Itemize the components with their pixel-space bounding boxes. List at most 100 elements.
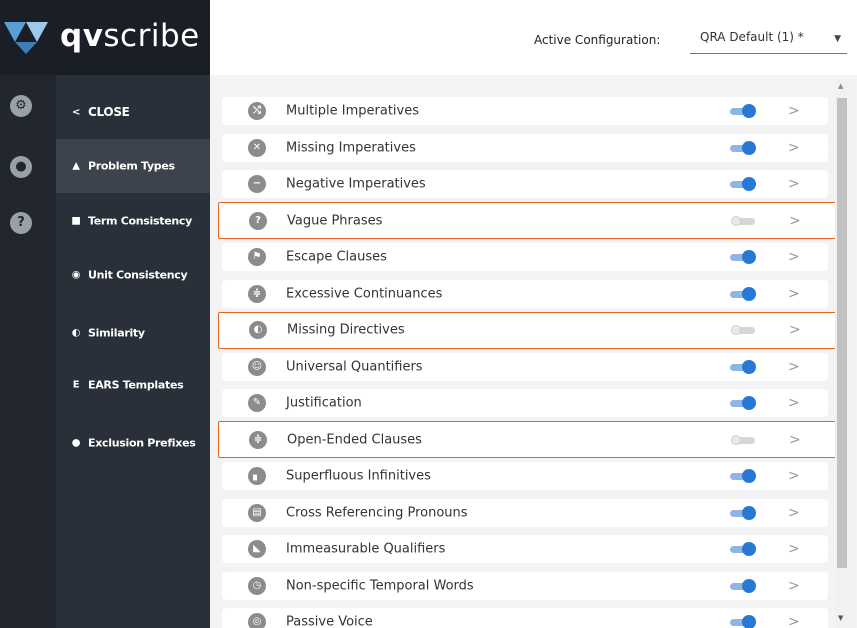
- menu-item-problem-types[interactable]: ▲ Problem Types: [56, 139, 210, 193]
- enable-toggle[interactable]: [730, 542, 758, 556]
- chevron-right-icon[interactable]: >: [788, 286, 800, 302]
- menu-item-label: Term Consistency: [88, 214, 192, 228]
- enable-toggle[interactable]: [730, 250, 758, 264]
- problem-row-missing-directives[interactable]: ◐ Missing Directives >: [218, 311, 841, 349]
- escape-clauses-icon: ⚑: [248, 248, 266, 266]
- active-configuration-select[interactable]: QRA Default (1) * ▼: [690, 24, 847, 54]
- chevron-right-icon[interactable]: >: [788, 541, 800, 557]
- menu-item-ears-templates[interactable]: E EARS Templates: [56, 358, 210, 412]
- ears-templates-icon: E: [72, 379, 80, 391]
- menu-item-similarity[interactable]: ◐ Similarity: [56, 306, 210, 360]
- problem-row-cross-referencing-pronouns[interactable]: ▤ Cross Referencing Pronouns >: [222, 498, 828, 527]
- menu-item-term-consistency[interactable]: ■ Term Consistency: [56, 194, 210, 248]
- enable-toggle[interactable]: [730, 286, 758, 301]
- enable-toggle[interactable]: [730, 578, 758, 593]
- icon-rail: ⚙ ●?: [0, 75, 56, 628]
- qvscribe-logo-icon: [4, 22, 48, 54]
- problem-label: Universal Quantifiers: [286, 359, 423, 374]
- help-icon[interactable]: ?: [10, 212, 32, 234]
- dropdown-caret-icon: ▼: [834, 34, 841, 44]
- problem-row-escape-clauses[interactable]: ⚑ Escape Clauses >: [222, 243, 828, 271]
- toggle-knob: [742, 578, 756, 593]
- enable-toggle[interactable]: [730, 177, 758, 191]
- toggle-knob: [742, 140, 756, 155]
- menu-item-label: EARS Templates: [88, 378, 184, 392]
- chevron-right-icon[interactable]: >: [788, 176, 800, 192]
- cross-referencing-pronouns-icon: ▤: [248, 503, 266, 522]
- non-specific-temporal-words-icon: ◷: [248, 576, 266, 595]
- problem-row-excessive-continuances[interactable]: ≑ Excessive Continuances >: [222, 279, 828, 308]
- chevron-right-icon[interactable]: >: [788, 140, 800, 156]
- enable-toggle[interactable]: [731, 215, 759, 227]
- problem-label: Multiple Imperatives: [286, 103, 420, 119]
- enable-toggle[interactable]: [730, 104, 758, 118]
- toggle-knob: [731, 325, 741, 335]
- chevron-right-icon[interactable]: >: [788, 614, 800, 628]
- close-menu-button[interactable]: < CLOSE: [56, 85, 210, 139]
- problem-label: Vague Phrases: [287, 213, 383, 228]
- enable-toggle[interactable]: [730, 469, 758, 483]
- chevron-right-icon[interactable]: >: [788, 468, 800, 484]
- problem-row-justification[interactable]: ✎ Justification >: [222, 389, 828, 417]
- menu-item-label: Unit Consistency: [88, 268, 188, 282]
- problem-types-icon: ▲: [72, 160, 80, 172]
- problem-label: Open-Ended Clauses: [287, 432, 422, 447]
- problem-row-superfluous-infinitives[interactable]: ▖ Superfluous Infinitives >: [222, 462, 828, 490]
- problem-row-passive-voice[interactable]: ◎ Passive Voice >: [222, 608, 828, 628]
- scroll-up-arrow-icon[interactable]: ▲: [838, 82, 843, 90]
- close-label: CLOSE: [88, 105, 130, 119]
- problem-label: Escape Clauses: [286, 249, 387, 265]
- passive-voice-icon: ◎: [248, 613, 266, 628]
- problem-row-immeasurable-qualifiers[interactable]: ◣ Immeasurable Qualifiers >: [222, 535, 828, 563]
- chevron-right-icon[interactable]: >: [788, 249, 800, 265]
- chevron-right-icon[interactable]: >: [788, 359, 800, 375]
- enable-toggle[interactable]: [730, 505, 758, 520]
- chevron-right-icon[interactable]: >: [788, 505, 800, 521]
- toggle-knob: [742, 396, 756, 410]
- chevron-right-icon[interactable]: >: [788, 578, 800, 594]
- problem-label: Superfluous Infinitives: [286, 468, 431, 484]
- user-icon[interactable]: ●: [10, 156, 32, 178]
- exclusion-prefixes-icon: ●: [71, 437, 81, 449]
- problem-row-missing-imperatives[interactable]: ✕ Missing Imperatives >: [222, 133, 828, 162]
- superfluous-infinitives-icon: ▖: [248, 467, 266, 485]
- chevron-right-icon[interactable]: >: [788, 103, 800, 119]
- immeasurable-qualifiers-icon: ◣: [248, 540, 266, 558]
- enable-toggle[interactable]: [730, 615, 758, 628]
- menu-item-unit-consistency[interactable]: ◉ Unit Consistency: [56, 248, 210, 302]
- scroll-down-arrow-icon[interactable]: ▼: [838, 614, 843, 622]
- enable-toggle[interactable]: [730, 396, 758, 410]
- problem-label: Immeasurable Qualifiers: [286, 541, 446, 557]
- settings-icon[interactable]: ⚙: [10, 95, 32, 117]
- app-header: qvscribe Active Configuration: QRA Defau…: [0, 0, 857, 75]
- chevron-right-icon[interactable]: >: [789, 213, 801, 229]
- problem-row-non-specific-temporal-words[interactable]: ◷ Non-specific Temporal Words >: [222, 571, 828, 600]
- brand-name: qvscribe: [60, 18, 200, 54]
- problem-row-negative-imperatives[interactable]: − Negative Imperatives >: [222, 170, 828, 198]
- problem-row-multiple-imperatives[interactable]: ⤭ Multiple Imperatives >: [222, 97, 828, 125]
- toggle-knob: [742, 250, 756, 264]
- open-ended-clauses-icon: ≑: [249, 430, 267, 449]
- menu-item-label: Exclusion Prefixes: [88, 436, 196, 450]
- problem-label: Negative Imperatives: [286, 176, 426, 192]
- chevron-right-icon[interactable]: >: [789, 432, 801, 448]
- chevron-right-icon[interactable]: >: [788, 395, 800, 411]
- brand-area: qvscribe: [0, 0, 210, 75]
- problem-row-universal-quantifiers[interactable]: ☺ Universal Quantifiers >: [222, 352, 828, 381]
- toggle-knob: [731, 215, 741, 226]
- scrollbar[interactable]: ▲ ▼: [835, 80, 849, 628]
- multiple-imperatives-icon: ⤭: [248, 102, 266, 120]
- problem-row-vague-phrases[interactable]: ? Vague Phrases >: [218, 202, 841, 239]
- enable-toggle[interactable]: [731, 434, 759, 446]
- chevron-right-icon[interactable]: >: [789, 322, 801, 338]
- problem-label: Cross Referencing Pronouns: [286, 505, 468, 520]
- scrollbar-thumb[interactable]: [837, 98, 847, 568]
- enable-toggle[interactable]: [731, 324, 759, 336]
- chevron-left-icon: <: [71, 106, 81, 118]
- universal-quantifiers-icon: ☺: [248, 357, 266, 376]
- enable-toggle[interactable]: [730, 359, 758, 374]
- enable-toggle[interactable]: [730, 140, 758, 155]
- problem-row-open-ended-clauses[interactable]: ≑ Open-Ended Clauses >: [218, 421, 841, 458]
- vague-phrases-icon: ?: [249, 211, 267, 230]
- menu-item-exclusion-prefixes[interactable]: ● Exclusion Prefixes: [56, 416, 210, 470]
